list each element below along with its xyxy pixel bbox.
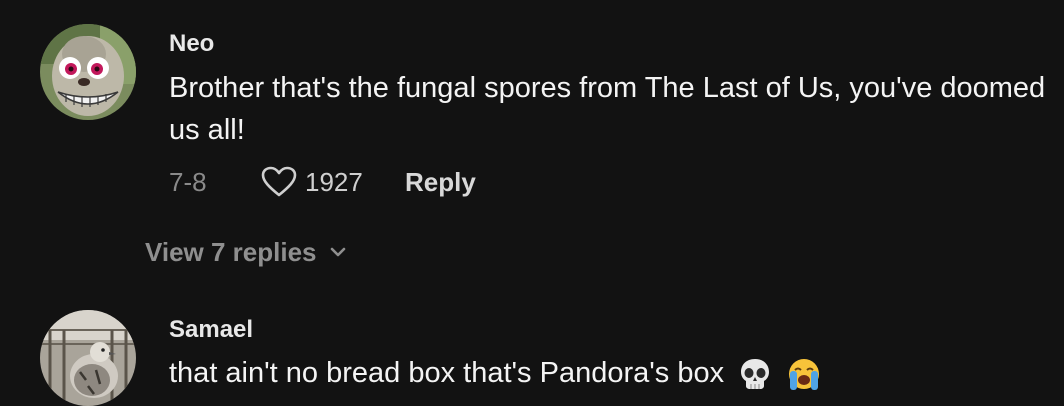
comment-item: Neo Brother that's the fungal spores fro… (0, 0, 1064, 300)
loudly-crying-face-emoji-icon (789, 359, 820, 391)
comment-text: that ain't no bread box that's Pandora's… (169, 352, 1049, 394)
avatar[interactable] (40, 310, 136, 406)
reply-button[interactable]: Reply (405, 167, 476, 198)
comment-item: Samael that ain't no bread box that's Pa… (0, 300, 1064, 406)
view-replies-button[interactable]: View 7 replies (145, 232, 347, 272)
heart-icon (261, 166, 297, 197)
comment-text: Brother that's the fungal spores from Th… (169, 72, 1046, 146)
username[interactable]: Neo (169, 30, 214, 58)
like-button[interactable]: 1927 (261, 160, 405, 204)
pigeon-photo-avatar-icon (40, 310, 136, 406)
comment-text-content: that ain't no bread box that's Pandora's… (169, 357, 725, 389)
like-count: 1927 (305, 166, 363, 197)
cartoon-monster-avatar-icon (40, 24, 136, 120)
view-replies-label: View 7 replies (145, 236, 317, 267)
chevron-down-icon (330, 247, 345, 257)
username[interactable]: Samael (169, 316, 253, 344)
skull-emoji-icon (741, 359, 770, 390)
comment-date: 7-8 (169, 166, 207, 197)
comment-actions: 7-8 1927 Reply (169, 160, 476, 204)
avatar[interactable] (40, 24, 136, 120)
